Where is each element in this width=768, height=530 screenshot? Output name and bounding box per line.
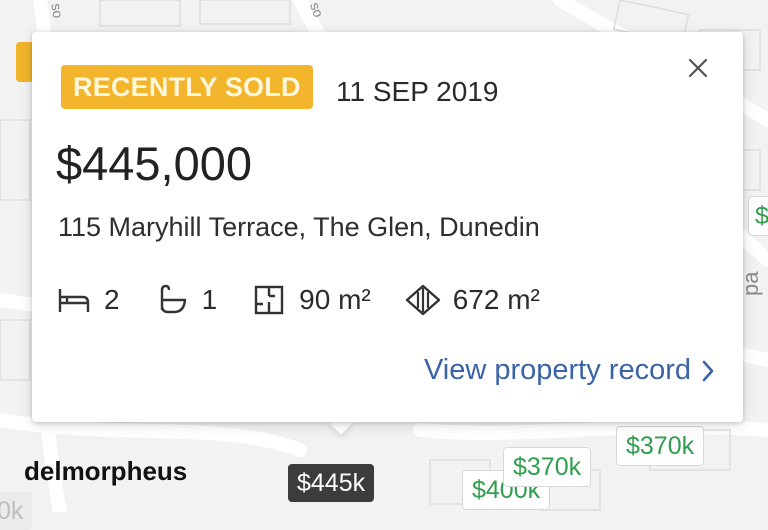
- bathrooms-feature: 1: [154, 282, 218, 318]
- watermark-username: delmorpheus: [24, 456, 188, 486]
- view-property-record-link[interactable]: View property record: [424, 354, 717, 387]
- floor-plan-icon: [251, 282, 287, 318]
- floor-area-value: 90 m²: [299, 284, 371, 315]
- bedrooms-count: 2: [104, 284, 120, 315]
- land-area-value: 672 m²: [452, 284, 540, 315]
- property-popup: RECENTLY SOLD 11 SEP 2019 $445,000 115 M…: [32, 32, 743, 422]
- street-label: so: [48, 2, 67, 20]
- bedrooms-feature: 2: [56, 282, 120, 318]
- price-pin[interactable]: $370k: [616, 426, 705, 466]
- bath-icon: [154, 282, 190, 318]
- land-area-icon: [405, 282, 441, 318]
- price-pin[interactable]: 0k: [0, 492, 33, 530]
- selected-price-pin[interactable]: $445k: [288, 464, 375, 502]
- close-icon: [688, 58, 708, 78]
- property-features: 2 1 90 m² 672 m²: [56, 280, 574, 320]
- close-button[interactable]: [684, 54, 712, 82]
- land-area-feature: 672 m²: [405, 282, 540, 318]
- view-property-record-label: View property record: [423, 354, 691, 386]
- bathrooms-count: 1: [201, 284, 218, 315]
- price-pin[interactable]: $370k: [503, 447, 592, 487]
- floor-area-feature: 90 m²: [251, 282, 371, 318]
- price-pin[interactable]: $: [748, 196, 768, 236]
- recently-sold-badge: RECENTLY SOLD: [61, 65, 313, 109]
- chevron-right-icon: [701, 357, 717, 385]
- sale-price: $445,000: [56, 137, 253, 190]
- property-address: 115 Maryhill Terrace, The Glen, Dunedin: [58, 212, 540, 242]
- sold-date: 11 SEP 2019: [336, 76, 499, 107]
- bed-icon: [56, 282, 92, 318]
